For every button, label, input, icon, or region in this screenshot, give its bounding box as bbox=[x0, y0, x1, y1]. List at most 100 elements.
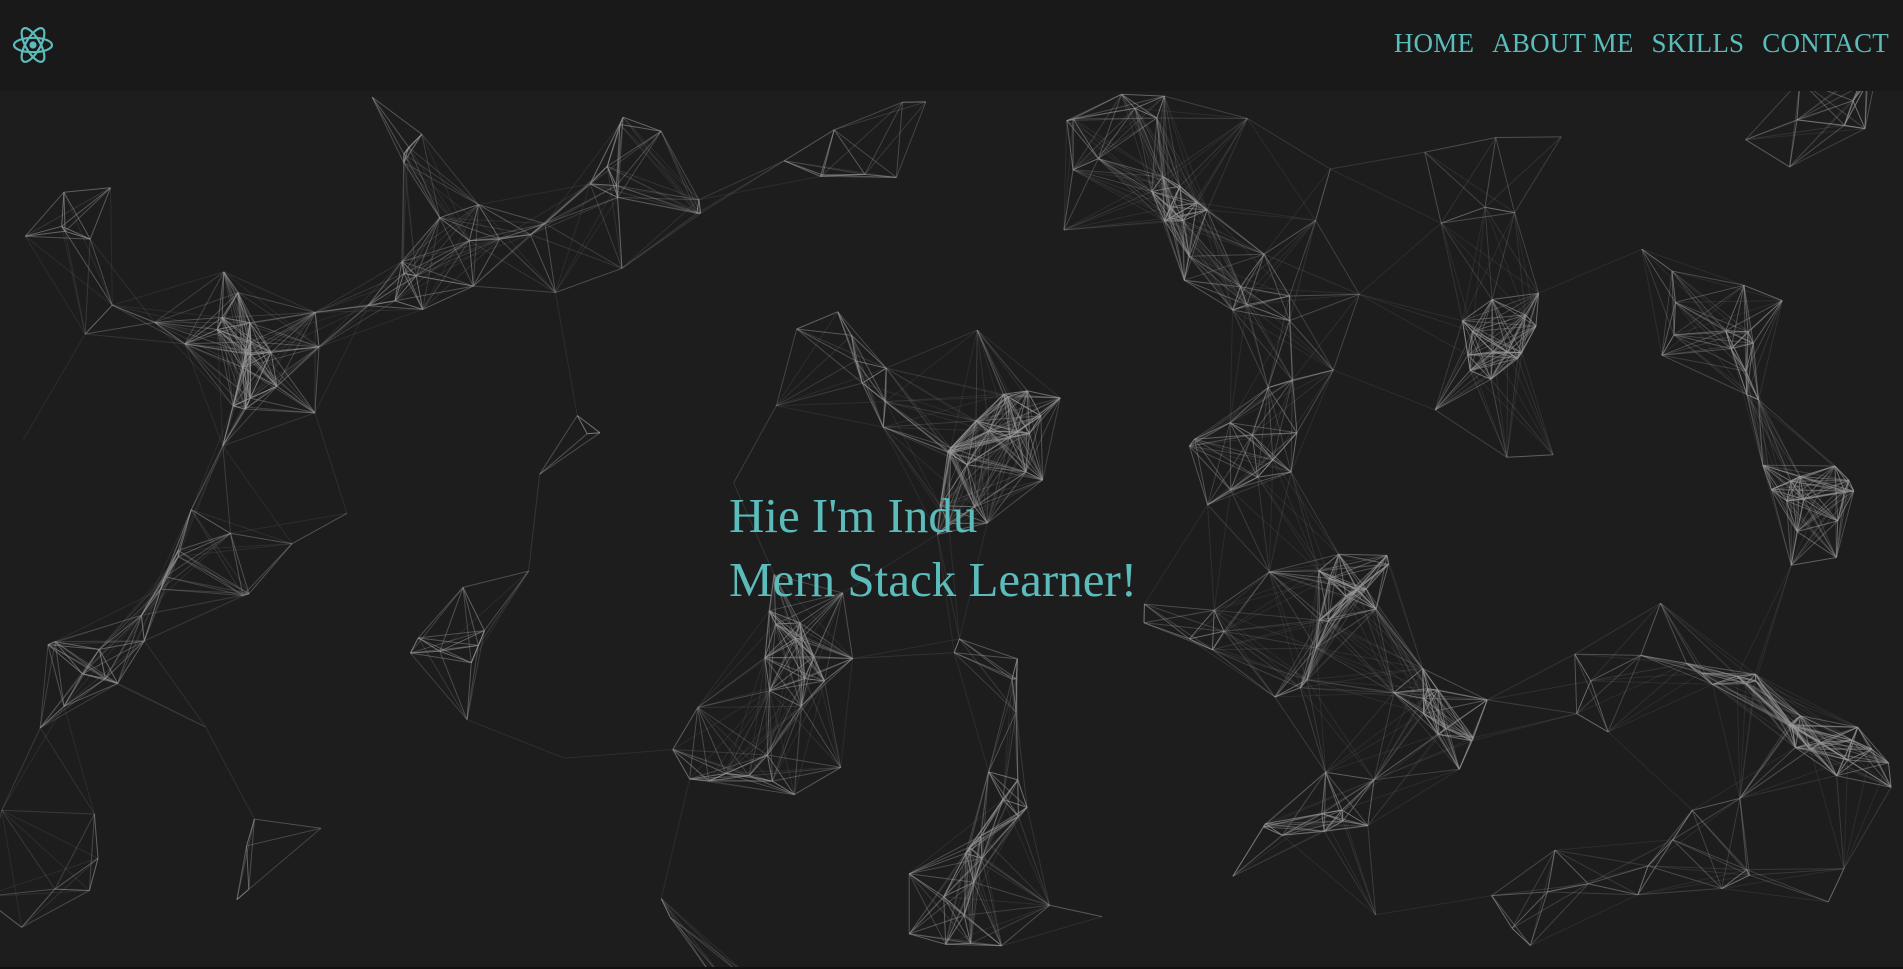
particle-link bbox=[776, 405, 884, 428]
particle-link bbox=[24, 191, 65, 237]
particle-link bbox=[1213, 571, 1270, 611]
nav-about-link[interactable]: ABOUT ME bbox=[1492, 28, 1633, 59]
particle-link bbox=[1711, 684, 1741, 799]
particle-link bbox=[840, 658, 854, 768]
react-atom-icon[interactable] bbox=[12, 25, 54, 65]
particle-link bbox=[530, 197, 618, 236]
particle-link bbox=[833, 129, 897, 178]
particle-link bbox=[117, 640, 145, 684]
particle-link bbox=[1712, 683, 1811, 750]
particle-link bbox=[1640, 603, 1661, 656]
particle-link bbox=[1424, 152, 1442, 224]
particle-link bbox=[528, 474, 541, 572]
particle-link bbox=[1675, 300, 1783, 303]
particle-link bbox=[1660, 603, 1688, 664]
particle-link bbox=[975, 330, 978, 421]
particle-link bbox=[607, 165, 698, 214]
particle-link bbox=[1506, 352, 1509, 458]
particle-link bbox=[246, 845, 250, 890]
particle-link bbox=[25, 230, 66, 237]
particle-link bbox=[1789, 91, 1861, 168]
nav-contact-link[interactable]: CONTACT bbox=[1762, 28, 1889, 59]
particle-link bbox=[886, 329, 978, 369]
particle-link bbox=[1607, 655, 1642, 733]
particle-link bbox=[1574, 653, 1609, 733]
particle-link bbox=[976, 329, 1028, 392]
particle-link bbox=[1490, 378, 1554, 456]
particle-link bbox=[660, 898, 742, 969]
particle-link bbox=[969, 846, 1050, 906]
particle-link bbox=[1576, 713, 1609, 733]
particle-link bbox=[895, 101, 927, 178]
particle-link bbox=[1752, 300, 1783, 344]
particle-link bbox=[403, 162, 479, 206]
particle-link bbox=[1189, 445, 1258, 478]
particle-link bbox=[1607, 683, 1713, 733]
particle-link bbox=[1318, 570, 1320, 621]
particle-link bbox=[1066, 120, 1153, 192]
particle-link bbox=[39, 727, 95, 815]
particle-link bbox=[1576, 655, 1642, 714]
particle-link bbox=[1188, 445, 1209, 505]
particle-link bbox=[1511, 849, 1556, 929]
particle-link bbox=[1, 810, 23, 928]
nav-skills-link[interactable]: SKILLS bbox=[1652, 28, 1745, 59]
particle-link bbox=[1440, 222, 1473, 332]
particle-link bbox=[1434, 409, 1508, 458]
particle-link bbox=[1358, 222, 1442, 295]
particle-link bbox=[1440, 222, 1526, 316]
particle-link bbox=[943, 896, 965, 916]
particle-link bbox=[1574, 653, 1592, 682]
particle-link bbox=[544, 223, 623, 269]
particle-link bbox=[1207, 476, 1258, 506]
particle-link bbox=[1263, 253, 1291, 297]
particle-link bbox=[1490, 292, 1540, 380]
particle-link bbox=[1016, 658, 1019, 780]
particle-link bbox=[1495, 136, 1562, 138]
particle-link bbox=[1206, 209, 1290, 297]
particle-link bbox=[725, 773, 795, 796]
particle-link bbox=[25, 235, 91, 240]
particle-link bbox=[1143, 504, 1209, 605]
particle-link bbox=[0, 810, 3, 820]
particle-link bbox=[1263, 168, 1331, 255]
particle-link bbox=[1325, 771, 1375, 781]
particle-link bbox=[1268, 459, 1274, 572]
particle-link bbox=[834, 101, 903, 131]
particle-link bbox=[1511, 883, 1589, 929]
particle-link bbox=[242, 543, 293, 596]
particle-link bbox=[1745, 139, 1790, 168]
particle-link bbox=[1196, 118, 1248, 203]
particle-link bbox=[1590, 672, 1702, 682]
particle-link bbox=[775, 328, 798, 406]
particle-link bbox=[1739, 798, 1748, 870]
particle-link bbox=[1514, 136, 1562, 213]
particle-link bbox=[1367, 768, 1460, 827]
particle-link bbox=[39, 641, 56, 728]
particle-link bbox=[576, 415, 588, 434]
particle-link bbox=[554, 183, 591, 293]
hero-tagline: Mern Stack Learner! bbox=[729, 552, 1138, 607]
particle-link bbox=[222, 412, 316, 447]
particle-link bbox=[314, 412, 348, 514]
particle-link bbox=[89, 238, 156, 323]
particle-link bbox=[1506, 358, 1519, 458]
particle-link bbox=[205, 726, 255, 820]
particle-link bbox=[1672, 839, 1747, 871]
particle-link bbox=[834, 101, 927, 131]
particle-link bbox=[1017, 816, 1051, 906]
particle-link bbox=[696, 160, 785, 214]
particle-link bbox=[164, 532, 231, 578]
particle-link bbox=[1017, 779, 1019, 817]
particle-link bbox=[1789, 100, 1854, 168]
particle-link bbox=[1492, 292, 1539, 300]
particle-link bbox=[1484, 136, 1562, 208]
particle-link bbox=[254, 818, 321, 829]
particle-link bbox=[371, 96, 405, 163]
particle-link bbox=[39, 644, 49, 728]
particle-link bbox=[1026, 807, 1051, 906]
particle-link bbox=[63, 706, 95, 815]
particle-link bbox=[529, 234, 556, 293]
particle-link bbox=[555, 267, 623, 293]
nav-home-link[interactable]: HOME bbox=[1394, 28, 1474, 59]
